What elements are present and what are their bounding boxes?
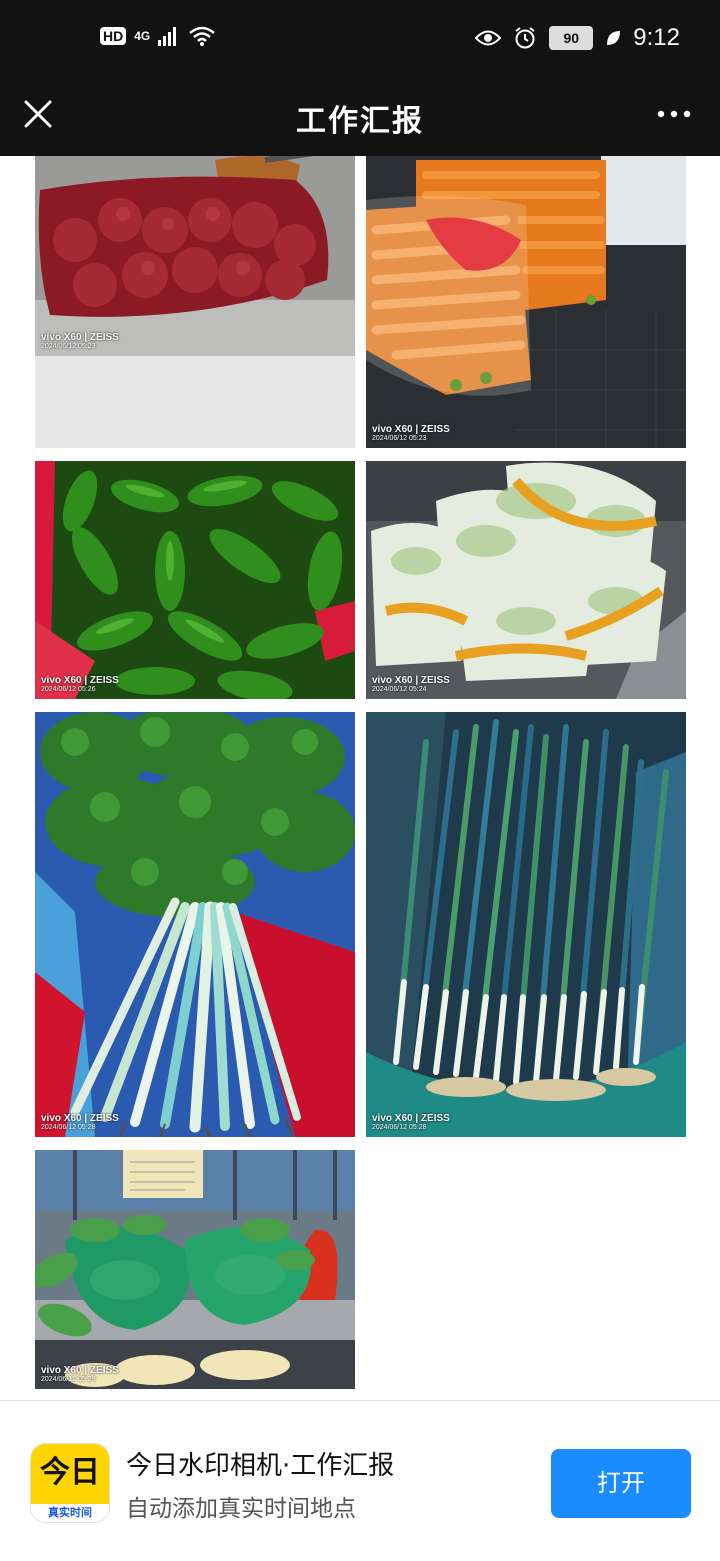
status-bar: HD 4G 90 9:12: [0, 0, 720, 84]
photo-watermark: vivo X60 | ZEISS 2024/06/12 05:28: [41, 1113, 119, 1131]
page-title: 工作汇报: [296, 104, 424, 139]
photo-green-peppers[interactable]: vivo X60 | ZEISS 2024/06/12 05:26: [35, 461, 355, 699]
watermark-brand: vivo X60 | ZEISS: [372, 424, 450, 435]
signal-icon: [158, 27, 177, 46]
photo-grid: vivo X60 | ZEISS 2024/06/12 05:23 vivo X: [0, 156, 720, 1400]
battery-indicator: 90: [549, 26, 594, 50]
app-promo-banner: 今日 真实时间 今日水印相机·工作汇报 自动添加真实时间地点 打开: [0, 1400, 720, 1561]
watermark-brand: vivo X60 | ZEISS: [372, 1113, 450, 1124]
photo-watermark: vivo X60 | ZEISS 2024/06/12 05:23: [372, 424, 450, 442]
clock: 9:12: [633, 24, 680, 51]
watermark-date: 2024/06/12 05:23: [372, 435, 427, 442]
photo-watermark: vivo X60 | ZEISS 2024/06/12 05:23: [41, 332, 119, 350]
photo-watermark: vivo X60 | ZEISS 2024/06/12 05:28: [372, 1113, 450, 1131]
onions-image: [35, 156, 355, 356]
watermark-brand: vivo X60 | ZEISS: [41, 1113, 119, 1124]
open-app-button[interactable]: 打开: [551, 1449, 691, 1518]
watermark-date: 2024/06/12 05:29: [41, 1376, 96, 1383]
app-icon-top: 今日: [31, 1444, 109, 1504]
app-icon[interactable]: 今日 真实时间: [30, 1443, 110, 1523]
watermark-date: 2024/06/12 05:23: [41, 343, 96, 350]
nav-bar: 工作汇报: [0, 84, 720, 156]
bok-choy-image: [366, 461, 686, 699]
green-peppers-image: [35, 461, 355, 699]
photo-carrots[interactable]: vivo X60 | ZEISS 2024/06/12 05:23: [366, 156, 686, 448]
leaf-icon: [607, 31, 621, 45]
eye-icon: [475, 30, 502, 46]
green-onions-image: [366, 712, 686, 1137]
watermark-date: 2024/06/12 05:28: [41, 1124, 96, 1131]
app-icon-bottom: 真实时间: [31, 1504, 109, 1522]
watermark-date: 2024/06/12 05:26: [41, 686, 96, 693]
celery-image: [35, 712, 355, 1137]
carrots-image: [366, 156, 686, 448]
photo-leafy-greens[interactable]: vivo X60 | ZEISS 2024/06/12 05:29: [35, 1150, 355, 1389]
leafy-greens-image: [35, 1150, 355, 1389]
watermark-brand: vivo X60 | ZEISS: [372, 675, 450, 686]
watermark-date: 2024/06/12 05:28: [372, 1124, 427, 1131]
photo-green-onions[interactable]: vivo X60 | ZEISS 2024/06/12 05:28: [366, 712, 686, 1137]
watermark-brand: vivo X60 | ZEISS: [41, 332, 119, 343]
status-right: 90 9:12: [475, 24, 680, 52]
watermark-brand: vivo X60 | ZEISS: [41, 675, 119, 686]
photo-celery[interactable]: vivo X60 | ZEISS 2024/06/12 05:28: [35, 712, 355, 1137]
photo-onions[interactable]: vivo X60 | ZEISS 2024/06/12 05:23: [35, 156, 355, 448]
status-left: HD 4G: [100, 26, 216, 46]
alarm-icon: [515, 27, 535, 49]
promo-title: 今日水印相机·工作汇报: [126, 1451, 395, 1481]
watermark-brand: vivo X60 | ZEISS: [41, 1365, 119, 1376]
hd-badge: HD: [100, 27, 127, 45]
photo-watermark: vivo X60 | ZEISS 2024/06/12 05:26: [41, 675, 119, 693]
more-icon[interactable]: [656, 102, 692, 126]
photo-bok-choy[interactable]: vivo X60 | ZEISS 2024/06/12 05:24: [366, 461, 686, 699]
photo-watermark: vivo X60 | ZEISS 2024/06/12 05:24: [372, 675, 450, 693]
photo-watermark: vivo X60 | ZEISS 2024/06/12 05:29: [41, 1365, 119, 1383]
network-type: 4G: [134, 29, 151, 43]
watermark-date: 2024/06/12 05:24: [372, 686, 427, 693]
promo-subtitle: 自动添加真实时间地点: [126, 1496, 356, 1522]
wifi-icon: [189, 26, 216, 46]
